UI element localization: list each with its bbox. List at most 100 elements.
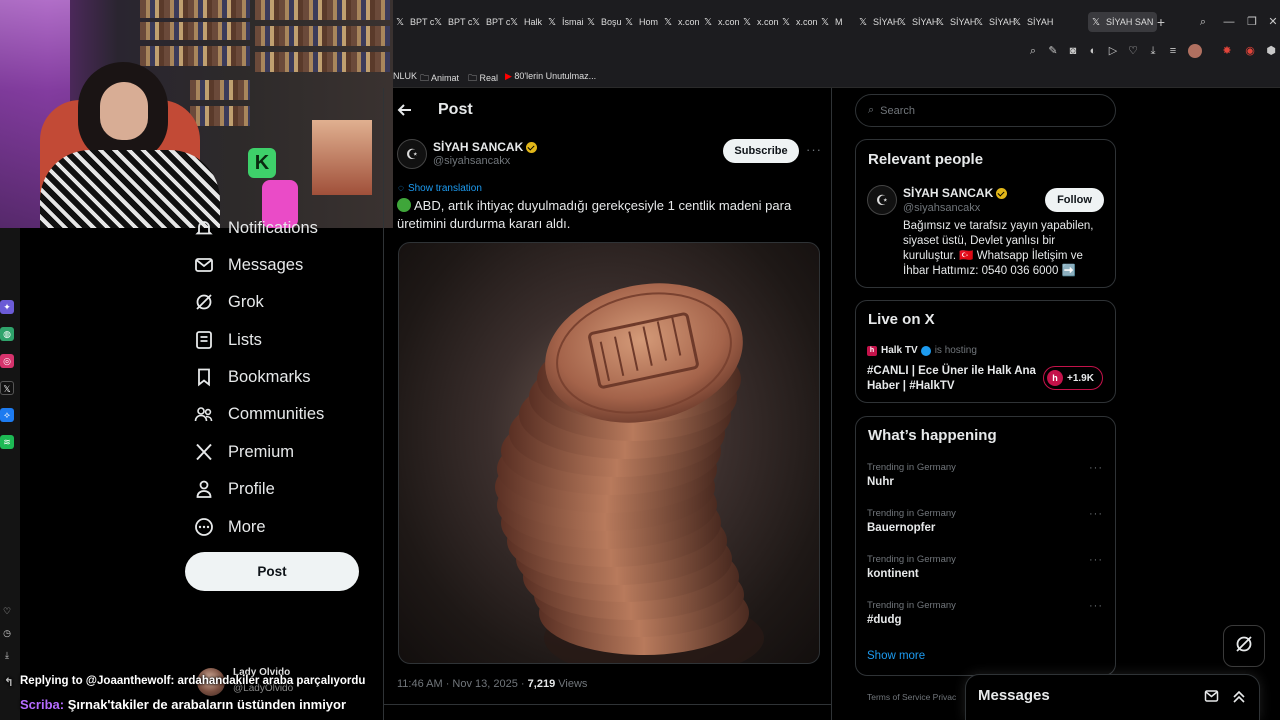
new-tab-icon[interactable]: +	[1154, 15, 1168, 29]
more-options-icon[interactable]: ···	[806, 142, 822, 157]
nav-premium[interactable]: Premium	[194, 439, 294, 465]
trend-name[interactable]: #dudg	[867, 614, 902, 626]
live-host[interactable]: Halk TV is hosting	[881, 345, 977, 356]
browser-tab[interactable]: 𝕏 Halk	[510, 12, 542, 32]
relevant-person-name[interactable]: SİYAH SANCAK	[903, 186, 1008, 200]
back-arrow-icon[interactable]	[396, 101, 414, 119]
download-icon[interactable]: ⤓	[0, 648, 14, 662]
relevant-person-handle[interactable]: @siyahsancakx	[903, 202, 980, 214]
reply-arrow-icon: ↰	[4, 677, 14, 689]
x-favicon-icon: 𝕏	[472, 17, 481, 28]
browser-tab[interactable]: 𝕏 SİYAH	[936, 12, 976, 32]
show-translation-link[interactable]: ◌ Show translation	[398, 183, 482, 194]
extension-icon[interactable]: ◉	[1243, 44, 1257, 58]
browser-tab-active[interactable]: 𝕏 SİYAH SAN	[1088, 12, 1158, 32]
chat-app-icon[interactable]: ◍	[0, 327, 14, 341]
browser-tab[interactable]: 𝕏 Boşu	[587, 12, 622, 32]
browser-tab[interactable]: 𝕏x.con	[743, 12, 779, 32]
trend-more-icon[interactable]: ···	[1089, 508, 1103, 520]
trend-more-icon[interactable]: ···	[1089, 554, 1103, 566]
search-tabs-icon[interactable]: ⌕	[1196, 15, 1210, 29]
live-listeners-badge[interactable]: h +1.9K	[1043, 366, 1103, 390]
nav-bookmarks[interactable]: Bookmarks	[194, 364, 311, 390]
clock-icon[interactable]: ◷	[0, 626, 14, 640]
nav-more[interactable]: More	[194, 514, 266, 540]
trend-name[interactable]: kontinent	[867, 568, 919, 580]
author-avatar[interactable]: ☪	[397, 139, 427, 169]
live-stream-title[interactable]: #CANLI | Ece Üner ile Halk Ana Haber | #…	[867, 364, 1037, 394]
spotify-icon[interactable]: ≋	[0, 435, 14, 449]
search-input[interactable]: ⌕ Search	[855, 94, 1116, 127]
penny-stack-photo	[495, 283, 764, 663]
nav-lists[interactable]: Lists	[194, 327, 262, 353]
nav-messages[interactable]: Messages	[194, 252, 303, 278]
compose-post-button[interactable]: Post	[185, 552, 359, 591]
browser-tab[interactable]: 𝕏x.con	[704, 12, 740, 32]
restore-icon[interactable]: ❐	[1245, 15, 1259, 29]
browser-tab[interactable]: 𝕏x.con	[782, 12, 818, 32]
nav-grok[interactable]: Grok	[194, 289, 264, 315]
follow-button[interactable]: Follow	[1045, 188, 1104, 212]
footer-links[interactable]: Terms of Service Privac	[867, 692, 956, 702]
bookmark-folder[interactable]: 🗀 Animat	[420, 71, 459, 87]
nav-communities[interactable]: Communities	[194, 401, 324, 427]
trend-name[interactable]: Bauernopfer	[867, 522, 935, 534]
edit-icon[interactable]: ✎	[1046, 44, 1060, 58]
grok-icon	[194, 292, 214, 312]
new-message-icon[interactable]	[1204, 688, 1220, 709]
browser-tab[interactable]: 𝕏M	[821, 12, 843, 32]
extension-icon[interactable]: ✸	[1220, 44, 1234, 58]
close-window-icon[interactable]: ✕	[1266, 15, 1280, 29]
bookmark-item[interactable]: ▶ 80'lerin Unutulmaz...	[505, 71, 596, 82]
browser-tab[interactable]: 𝕏 SİYAH	[1013, 12, 1053, 32]
profile-avatar-icon[interactable]	[1188, 44, 1202, 58]
trend-more-icon[interactable]: ···	[1089, 600, 1103, 612]
minimize-icon[interactable]: —	[1222, 15, 1236, 29]
instagram-icon[interactable]: ◎	[0, 354, 14, 368]
browser-tab[interactable]: 𝕏 SİYAH	[975, 12, 1015, 32]
card-title: What’s happening	[868, 427, 997, 444]
shield-icon[interactable]: ◐	[1086, 44, 1100, 58]
x-favicon-icon: 𝕏	[936, 17, 945, 28]
show-more-link[interactable]: Show more	[867, 650, 925, 662]
bluesky-icon[interactable]: ⟡	[0, 408, 14, 422]
zoom-icon[interactable]: ⌕	[1026, 44, 1040, 58]
bell-icon	[194, 218, 214, 238]
download-icon[interactable]: ⤓	[1146, 44, 1160, 58]
x-app-icon[interactable]: 𝕏	[0, 381, 14, 395]
screen: ✦ ◍ ◎ 𝕏 ⟡ ≋ ♡ ◷ ⤓ K 𝕏 BPT c 𝕏 BPT c 𝕏 BPT c…	[0, 0, 1280, 720]
app-icon[interactable]: ✦	[0, 300, 14, 314]
heart-icon[interactable]: ♡	[1126, 44, 1140, 58]
author-handle[interactable]: @siyahsancakx	[433, 155, 510, 167]
chat-reply-line: ↰ Replying to @Joaanthewolf: ardahandakil…	[4, 675, 366, 689]
halk-tv-logo-icon: h	[867, 346, 877, 356]
messages-drawer[interactable]: Messages	[965, 674, 1260, 720]
trend-name[interactable]: Nuhr	[867, 476, 894, 488]
heart-icon[interactable]: ♡	[0, 604, 14, 618]
bookmark-folder[interactable]: 🗀 Real	[468, 71, 498, 87]
subscribe-button[interactable]: Subscribe	[723, 139, 799, 163]
nav-notifications[interactable]: Notifications	[194, 215, 318, 241]
envelope-icon	[194, 255, 214, 275]
x-favicon-icon: 𝕏	[510, 17, 519, 28]
grok-floating-button[interactable]	[1223, 625, 1265, 667]
browser-tab[interactable]: 𝕏x.con	[664, 12, 700, 32]
browser-tab[interactable]: 𝕏 SİYAH	[859, 12, 899, 32]
relevant-person-avatar[interactable]: ☪	[867, 185, 897, 215]
trend-more-icon[interactable]: ···	[1089, 462, 1103, 474]
camera-icon[interactable]: ◙	[1066, 44, 1080, 58]
play-icon[interactable]: ▷	[1106, 44, 1120, 58]
menu-icon[interactable]: ≡	[1166, 44, 1180, 58]
bookmark-item[interactable]: NLUK	[393, 71, 417, 81]
browser-tab[interactable]: 𝕏 Hom	[625, 12, 658, 32]
post-image[interactable]	[398, 242, 820, 664]
browser-tab[interactable]: 𝕏 SİYAH	[898, 12, 938, 32]
browser-tab[interactable]: 𝕏 BPT c	[472, 12, 510, 32]
browser-tab[interactable]: 𝕏 İsmai	[548, 12, 584, 32]
nav-profile[interactable]: Profile	[194, 476, 275, 502]
expand-chevron-icon[interactable]	[1231, 688, 1247, 709]
browser-tab[interactable]: 𝕏 BPT c	[396, 12, 434, 32]
author-name[interactable]: SİYAH SANCAK	[433, 140, 538, 154]
extensions-puzzle-icon[interactable]: ⬢	[1264, 44, 1278, 58]
browser-tab[interactable]: 𝕏 BPT c	[434, 12, 472, 32]
